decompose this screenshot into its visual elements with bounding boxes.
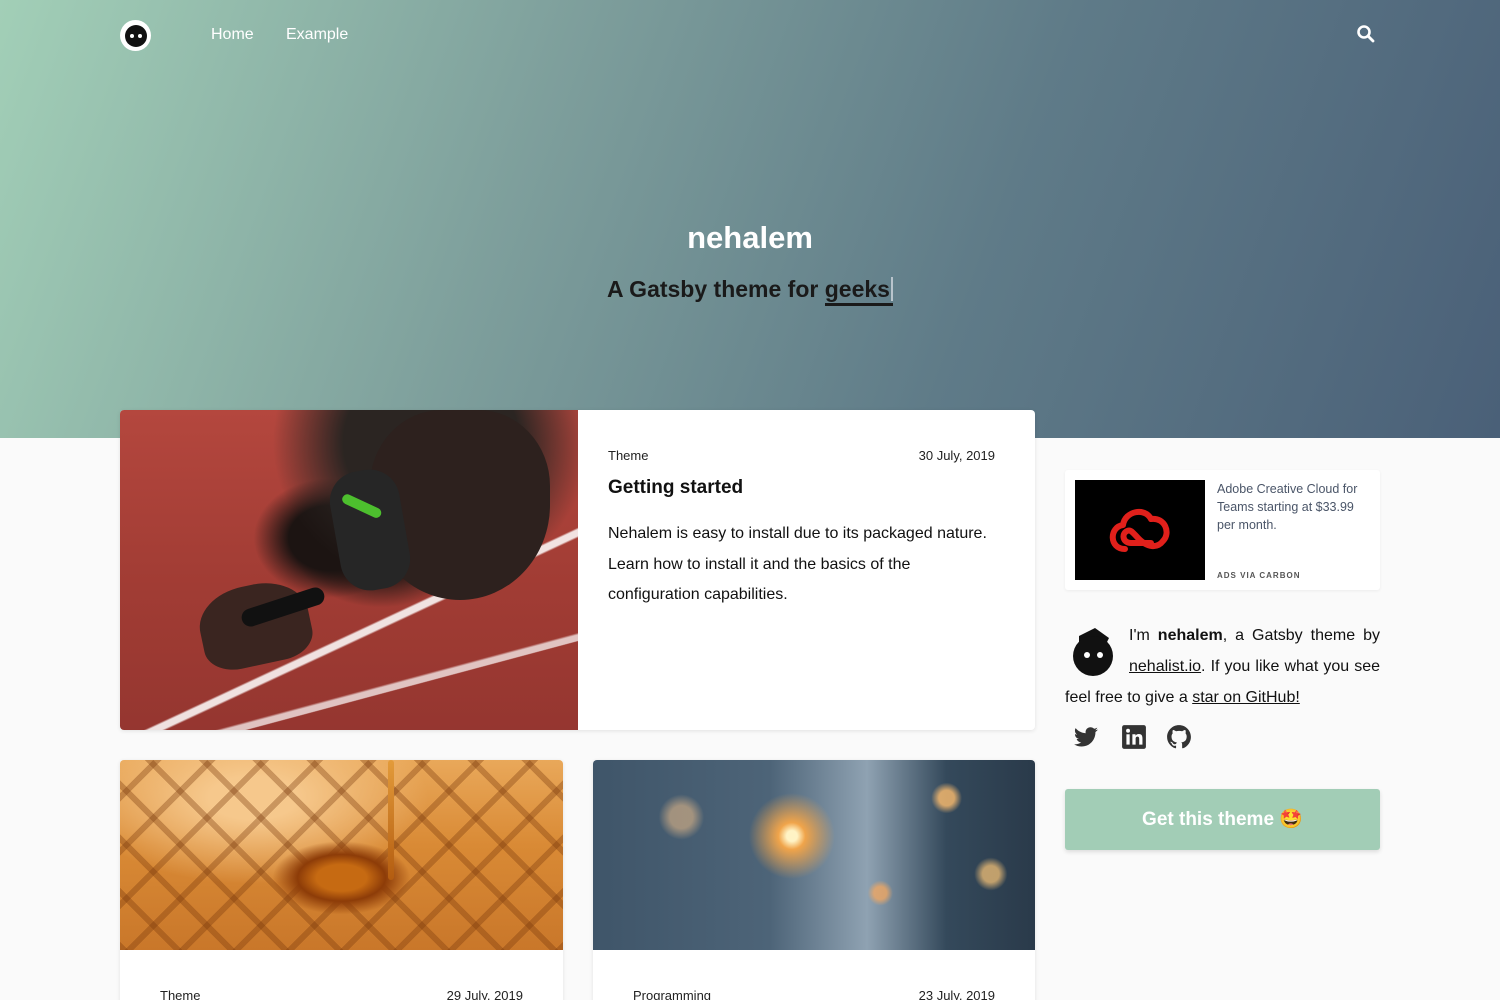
subtitle-prefix: A Gatsby theme for [607,276,825,302]
post-title[interactable]: Getting started [608,477,995,499]
nehalem-logo-icon[interactable] [120,20,151,51]
post-card[interactable]: Programming 23 July, 2019 [593,760,1035,1000]
post-image-runner [120,410,578,730]
search-icon[interactable] [1356,24,1376,44]
post-category[interactable]: Programming [633,988,711,1000]
post-image-sparks [593,760,1035,950]
typing-caret [890,277,893,301]
hero-banner: Home Example nehalem A Gatsby theme for … [0,0,1500,438]
featured-post-card[interactable]: Theme 30 July, 2019 Getting started Neha… [120,410,1035,730]
linkedin-icon[interactable] [1121,724,1147,750]
nav-link-home[interactable]: Home [211,26,254,44]
subtitle-typed-word: geeks [824,276,893,306]
site-subtitle: A Gatsby theme for geeks [0,276,1500,306]
carbon-ad[interactable]: Adobe Creative Cloud for Teams starting … [1065,470,1380,590]
post-category[interactable]: Theme [160,988,200,1000]
adobe-cc-logo-icon[interactable] [1075,480,1205,580]
ad-text[interactable]: Adobe Creative Cloud for Teams starting … [1217,480,1367,534]
twitter-icon[interactable] [1073,724,1099,750]
post-card[interactable]: Theme 29 July, 2019 [120,760,563,1000]
top-nav: Home Example [120,18,1380,54]
bio-name: nehalem [1157,627,1223,644]
nehalem-avatar-icon [1073,628,1113,676]
post-date: 29 July, 2019 [446,988,523,1000]
post-excerpt: Nehalem is easy to install due to its pa… [608,525,987,603]
post-category[interactable]: Theme [608,448,648,463]
author-bio: I'm nehalem, a Gatsby theme by nehalist.… [1065,620,1380,713]
nav-link-example[interactable]: Example [286,26,348,44]
github-star-link[interactable]: star on GitHub! [1192,689,1300,706]
post-date: 23 July, 2019 [918,988,995,1000]
get-theme-button[interactable]: Get this theme 🤩 [1065,789,1380,850]
github-icon[interactable] [1166,724,1192,750]
site-title: nehalem [687,220,813,255]
nehalist-link[interactable]: nehalist.io [1129,658,1201,675]
post-image-waffle [120,760,563,950]
ad-via-label[interactable]: ADS VIA CARBON [1217,571,1300,580]
post-date: 30 July, 2019 [918,448,995,463]
